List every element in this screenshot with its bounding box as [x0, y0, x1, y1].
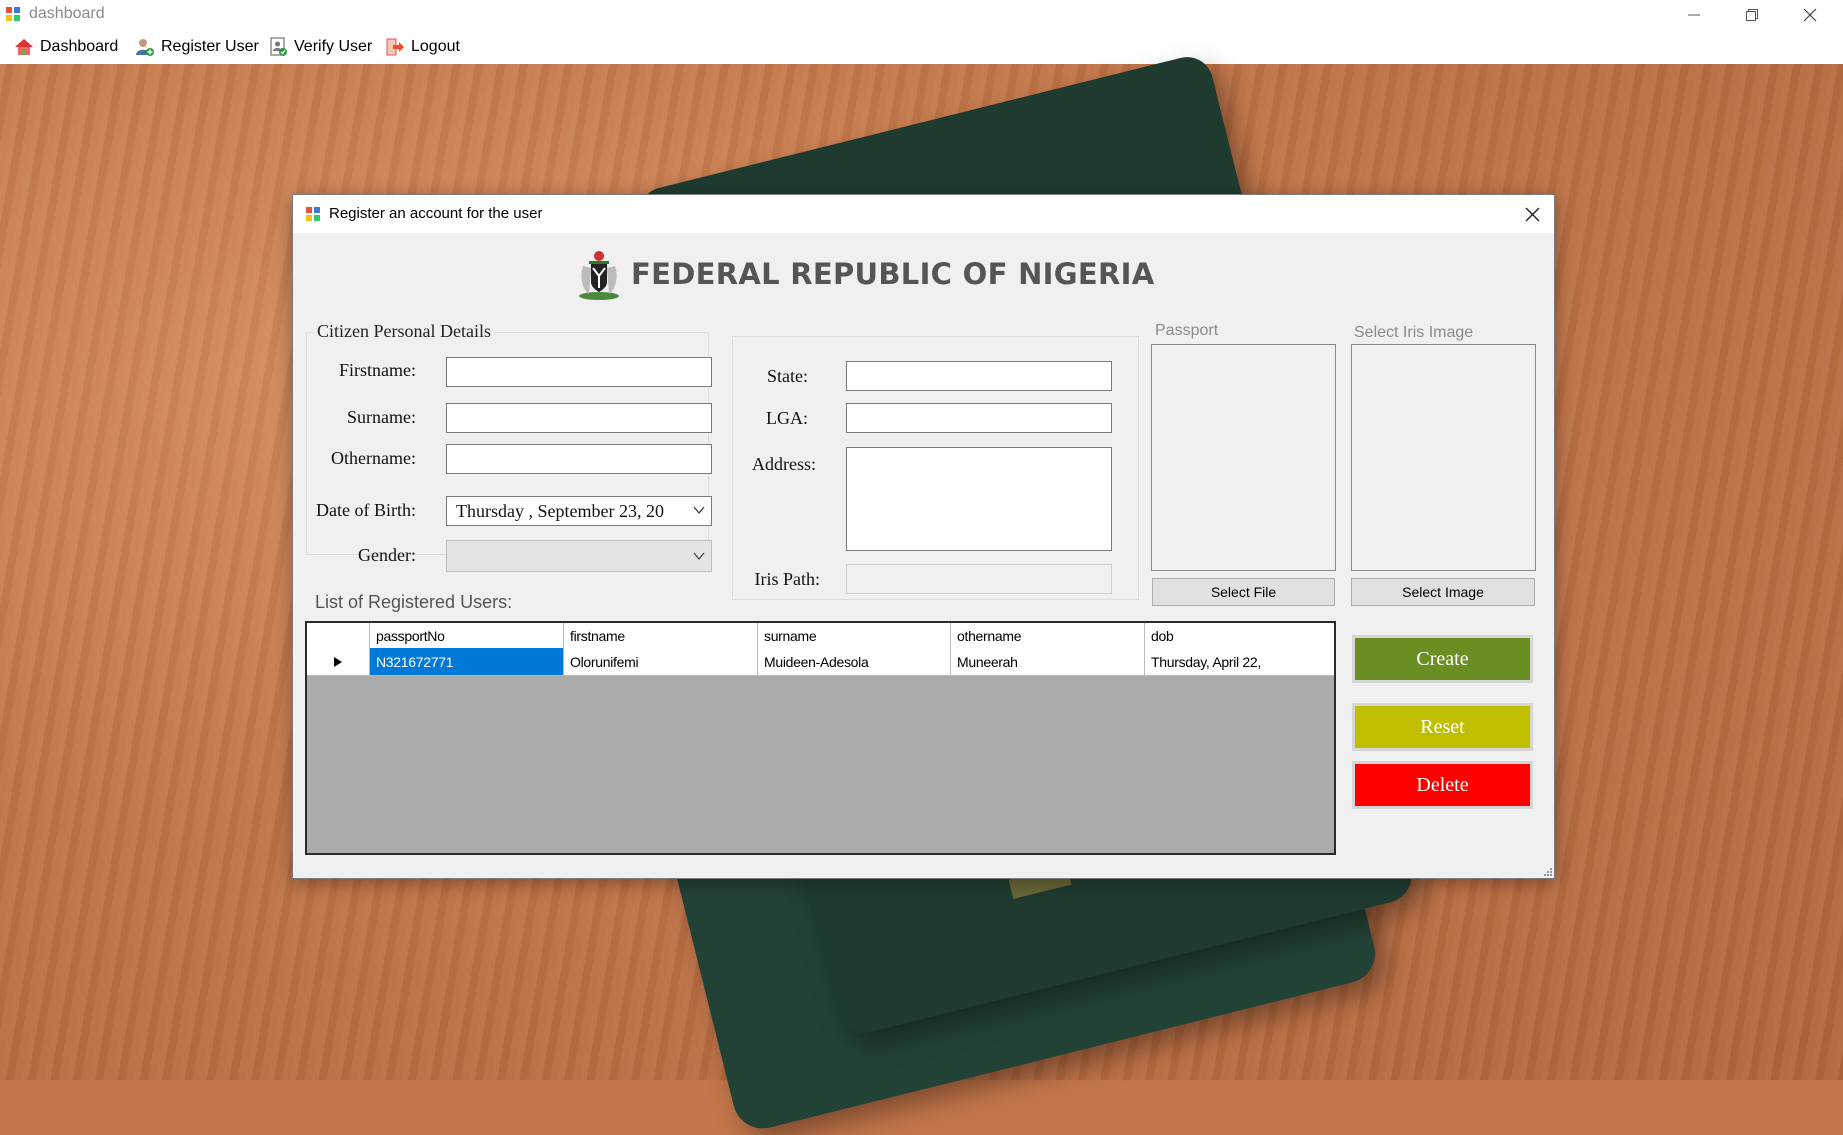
column-header[interactable]: othername: [951, 623, 1145, 648]
menu-logout[interactable]: Logout: [385, 36, 460, 58]
register-dialog: Register an account for the user FEDERAL…: [292, 194, 1555, 879]
table-cell[interactable]: Muneerah: [951, 648, 1145, 675]
passport-label: Passport: [1155, 322, 1219, 339]
menu-dashboard[interactable]: Dashboard: [14, 36, 118, 58]
menu-bar: Dashboard Register User Verify User Logo…: [0, 29, 1843, 65]
table-cell[interactable]: Thursday, April 22,: [1145, 648, 1334, 675]
column-header[interactable]: passportNo: [370, 623, 564, 648]
delete-button[interactable]: Delete: [1352, 761, 1533, 809]
coat-of-arms-icon: [579, 251, 619, 300]
column-header[interactable]: dob: [1145, 623, 1334, 648]
row-selector[interactable]: [307, 648, 370, 675]
close-button[interactable]: [1781, 0, 1839, 29]
app-icon: [6, 7, 20, 21]
address-field[interactable]: [846, 447, 1112, 551]
personal-details-group-label: Citizen Personal Details: [314, 321, 494, 342]
dialog-titlebar: Register an account for the user: [293, 195, 1554, 233]
resize-grip-icon[interactable]: [1542, 866, 1552, 876]
menu-register-user[interactable]: Register User: [135, 36, 259, 58]
row-header-corner: [307, 623, 370, 648]
minimize-button[interactable]: [1665, 0, 1723, 29]
menu-verify-user-label: Verify User: [294, 38, 373, 55]
verify-document-icon: [270, 37, 287, 56]
address-label: Address:: [752, 454, 816, 474]
column-header[interactable]: firstname: [564, 623, 758, 648]
surname-field[interactable]: [446, 403, 712, 433]
create-button[interactable]: Create: [1352, 635, 1533, 683]
home-icon: [15, 39, 33, 55]
iris-path-label: Iris Path:: [754, 569, 821, 589]
dialog-header: FEDERAL REPUBLIC OF NIGERIA: [575, 249, 1155, 300]
restore-button[interactable]: [1723, 0, 1781, 29]
iris-label: Select Iris Image: [1354, 324, 1474, 341]
gender-select[interactable]: [446, 540, 712, 572]
table-row[interactable]: N321672771 Olorunifemi Muideen-Adesola M…: [307, 648, 1334, 676]
firstname-field[interactable]: [446, 357, 712, 387]
othername-field[interactable]: [446, 444, 712, 474]
window-title: dashboard: [29, 5, 105, 22]
menu-dashboard-label: Dashboard: [40, 38, 119, 55]
chevron-down-icon: [692, 503, 706, 517]
menu-verify-user[interactable]: Verify User: [268, 36, 372, 58]
column-header[interactable]: surname: [758, 623, 951, 648]
close-icon: [1525, 207, 1539, 221]
iris-picture-box: [1351, 344, 1536, 571]
country-title: FEDERAL REPUBLIC OF NIGERIA: [631, 257, 1155, 291]
minimize-icon: [1688, 14, 1700, 15]
iris-path-field: [846, 564, 1112, 594]
gender-label: Gender:: [358, 545, 416, 565]
dialog-title: Register an account for the user: [329, 205, 543, 222]
table-cell[interactable]: Muideen-Adesola: [758, 648, 951, 675]
registered-users-label: List of Registered Users:: [315, 592, 513, 612]
dialog-close-button[interactable]: [1510, 195, 1554, 233]
passport-picture-box: [1151, 344, 1336, 571]
logout-icon: [386, 38, 404, 56]
window-titlebar: dashboard: [0, 0, 1843, 29]
lga-field[interactable]: [846, 403, 1112, 433]
table-cell[interactable]: N321672771: [370, 648, 564, 675]
table-cell[interactable]: Olorunifemi: [564, 648, 758, 675]
dob-value: Thursday , September 23, 20: [456, 501, 664, 521]
add-user-icon: [136, 39, 154, 56]
restore-icon: [1746, 8, 1758, 21]
menu-logout-label: Logout: [411, 38, 460, 55]
table-header: passportNo firstname surname othername d…: [307, 623, 1334, 649]
surname-label: Surname:: [347, 407, 416, 427]
othername-label: Othername:: [331, 448, 416, 468]
reset-button[interactable]: Reset: [1352, 703, 1533, 751]
dialog-app-icon: [306, 207, 320, 221]
lga-label: LGA:: [766, 408, 808, 428]
chevron-down-icon: [693, 552, 705, 561]
dob-picker[interactable]: Thursday , September 23, 20: [446, 496, 712, 526]
menu-register-user-label: Register User: [161, 38, 259, 55]
firstname-label: Firstname:: [339, 360, 416, 380]
close-icon: [1803, 8, 1817, 21]
state-label: State:: [767, 366, 808, 386]
registered-users-table[interactable]: passportNo firstname surname othername d…: [305, 621, 1336, 855]
state-field[interactable]: [846, 361, 1112, 391]
dob-label: Date of Birth:: [316, 500, 416, 520]
select-file-button[interactable]: Select File: [1152, 578, 1335, 606]
select-image-button[interactable]: Select Image: [1351, 578, 1535, 606]
current-row-arrow-icon: [334, 656, 342, 667]
